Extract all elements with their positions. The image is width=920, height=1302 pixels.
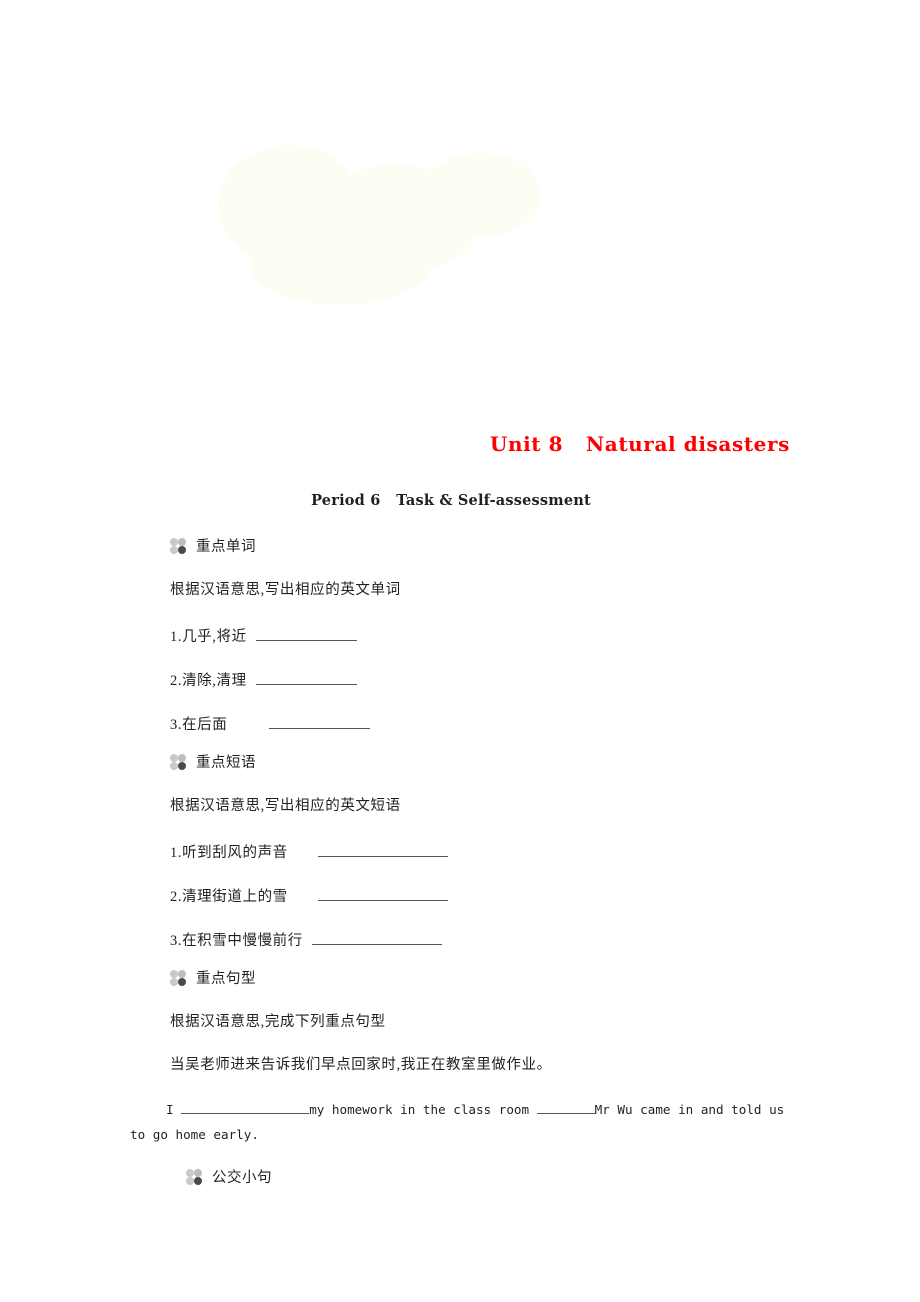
section-heading-key-words: 重点单词 (170, 535, 256, 556)
item-prompt: 在积雪中慢慢前行 (182, 933, 303, 949)
instruction-key-phrases: 根据汉语意思,写出相应的英文短语 (170, 798, 401, 814)
instruction-key-words: 根据汉语意思,写出相应的英文单词 (170, 582, 401, 598)
item-prompt: 清理街道上的雪 (182, 889, 288, 905)
item-prompt: 几乎,将近 (182, 629, 247, 645)
four-dot-clover-icon (186, 1168, 203, 1185)
unit-title: Unit 8 Natural disasters (489, 432, 790, 456)
english-part-3: Mr Wu came in and told (594, 1102, 762, 1117)
period-subtitle: Period 6 Task & Self-assessment (311, 492, 591, 509)
exercise-item-phrase-1: 1. 听到刮风的声音 (170, 841, 448, 862)
english-part-2: my homework in the class room (309, 1102, 530, 1117)
exercise-item-phrase-3: 3. 在积雪中慢慢前行 (170, 929, 442, 950)
answer-blank[interactable] (317, 843, 448, 857)
exercise-item-word-2: 2. 清除,清理 (170, 669, 357, 690)
section-heading-bus-sentences: 公交小句 (186, 1166, 272, 1187)
item-number: 3. (170, 933, 183, 949)
item-number: 1. (170, 629, 183, 645)
item-number: 2. (170, 889, 183, 905)
exercise-item-phrase-2: 2. 清理街道上的雪 (170, 885, 448, 906)
section-heading-key-sentences: 重点句型 (170, 967, 256, 988)
item-number: 1. (170, 845, 183, 861)
english-part-1: I (166, 1102, 174, 1117)
item-number: 3. (170, 717, 183, 733)
section-heading-label: 公交小句 (212, 1170, 272, 1186)
worksheet-page: Unit 8 Natural disasters Period 6 Task &… (0, 0, 920, 1302)
english-sentence-exercise: I my homework in the class room Mr Wu ca… (130, 1098, 790, 1147)
item-prompt: 清除,清理 (182, 673, 247, 689)
instruction-key-sentences: 根据汉语意思,完成下列重点句型 (170, 1014, 386, 1030)
answer-blank[interactable] (311, 931, 442, 945)
answer-blank-conjunction[interactable] (536, 1099, 595, 1114)
chinese-sentence-prompt: 当吴老师进来告诉我们早点回家时,我正在教室里做作业。 (170, 1057, 552, 1073)
section-heading-label: 重点句型 (196, 971, 256, 987)
answer-blank-verb[interactable] (181, 1099, 310, 1114)
four-dot-clover-icon (170, 537, 187, 554)
four-dot-clover-icon (170, 753, 187, 770)
watermark-decoration (218, 145, 540, 305)
item-prompt: 在后面 (182, 717, 228, 733)
answer-blank[interactable] (269, 715, 371, 729)
section-heading-label: 重点单词 (196, 539, 256, 555)
four-dot-clover-icon (170, 969, 187, 986)
section-heading-key-phrases: 重点短语 (170, 751, 256, 772)
answer-blank[interactable] (255, 627, 357, 641)
exercise-item-word-1: 1. 几乎,将近 (170, 625, 357, 646)
exercise-item-word-3: 3. 在后面 (170, 713, 371, 734)
section-heading-label: 重点短语 (196, 755, 256, 771)
item-prompt: 听到刮风的声音 (182, 845, 288, 861)
answer-blank[interactable] (255, 671, 357, 685)
answer-blank[interactable] (317, 887, 448, 901)
item-number: 2. (170, 673, 183, 689)
